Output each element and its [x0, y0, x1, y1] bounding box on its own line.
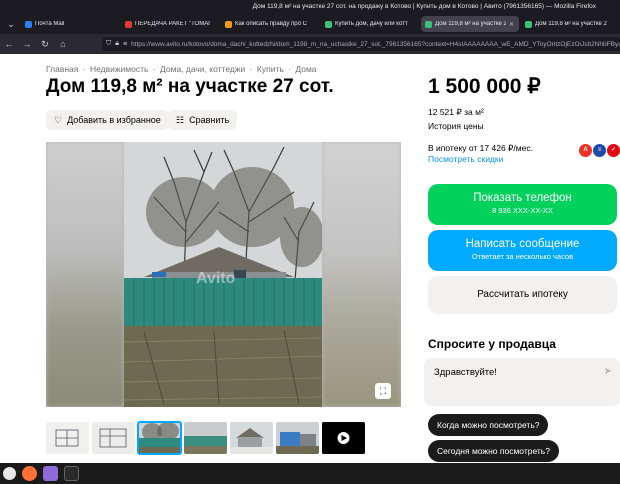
bank-logo-icon: ≡	[593, 144, 606, 157]
thumb-house-snow[interactable]	[230, 422, 273, 454]
favorites-label: Добавить в избранное	[67, 115, 161, 125]
permissions-icon[interactable]: ≡	[123, 41, 127, 48]
write-message-button[interactable]: Написать сообщение Ответает за несколько…	[428, 230, 617, 271]
files-icon[interactable]	[43, 466, 58, 481]
address-bar[interactable]: ⛉ 🔒︎ ≡ https://www.avito.ru/kotovo/doma_…	[102, 37, 620, 51]
youtube-favicon-icon	[125, 20, 132, 28]
tab-article[interactable]: Как описать правду про С	[221, 16, 319, 32]
heart-icon: ♡	[54, 114, 63, 125]
firefox-icon[interactable]	[22, 466, 37, 481]
thumb-plan-2[interactable]	[92, 422, 135, 454]
screen: Дом 119,8 м² на участке 27 сот. на прода…	[0, 0, 620, 484]
list-all-tabs-icon[interactable]: ⌄	[3, 16, 19, 32]
tab-label: Дом 119,8 м² на участке 2	[535, 21, 607, 27]
home-icon[interactable]: ⌂	[58, 39, 68, 49]
avito-favicon-icon	[425, 20, 432, 28]
forward-icon[interactable]: →	[22, 39, 32, 49]
message-input-text[interactable]: Здравствуйте!	[434, 367, 497, 378]
phone-number-masked: 8 936 XXX-XX-XX	[492, 206, 553, 215]
navigation-bar: ← → ↻ ⌂ ⛉ 🔒︎ ≡ https://www.avito.ru/koto…	[0, 34, 620, 54]
breadcrumb-home[interactable]: Главная	[46, 64, 78, 74]
breadcrumb-separator: ·	[288, 64, 291, 74]
tab-avito-listing[interactable]: Дом 119,8 м² на участке 2	[521, 16, 619, 32]
tab-label: Как описать правду про С	[235, 21, 307, 27]
tab-mail[interactable]: Почта Mail	[21, 16, 119, 32]
breadcrumb-houses[interactable]: Дома	[295, 64, 316, 74]
breadcrumb-separator: ·	[152, 64, 156, 74]
breadcrumb-buy[interactable]: Купить	[257, 64, 284, 74]
back-icon[interactable]: ←	[4, 39, 14, 49]
thumb-house-yard[interactable]	[184, 422, 227, 454]
price-value: 1 500 000 ₽	[428, 75, 541, 98]
os-taskbar	[0, 463, 620, 484]
mail-favicon-icon	[25, 20, 32, 28]
thumb-house-blue[interactable]	[276, 422, 319, 454]
breadcrumb: Главная · Недвижимость · Дома, дачи, кот…	[46, 64, 317, 74]
reload-icon[interactable]: ↻	[40, 39, 50, 50]
seller-message-input[interactable]: Здравствуйте! ➤	[424, 358, 620, 406]
tab-bar: ⌄ Почта Mail ПЕРЕДАЧА РАКЕТ "ТОМАГ Как о…	[0, 14, 620, 34]
tab-avito-listing-active[interactable]: Дом 119,8 м² на участке 2 ✕	[421, 16, 519, 32]
photo-gallery[interactable]: Avito ⛶	[46, 142, 401, 407]
thumb-plan-1[interactable]	[46, 422, 89, 454]
tab-label: Дом 119,8 м² на участке 2	[435, 21, 506, 27]
compare-button[interactable]: ☷ Сравнить	[168, 110, 238, 130]
shield-icon[interactable]: ⛉	[106, 40, 111, 48]
write-message-label: Написать сообщение	[465, 238, 580, 250]
tab-label: Купить дом, дачу или котт	[335, 21, 408, 27]
tab-label: Почта Mail	[35, 21, 65, 27]
tab-youtube[interactable]: ПЕРЕДАЧА РАКЕТ "ТОМАГ	[121, 16, 219, 32]
app-menu-icon[interactable]	[3, 467, 16, 480]
lock-icon[interactable]: 🔒︎	[115, 40, 119, 48]
calculate-mortgage-button[interactable]: Рассчитать ипотеку	[428, 276, 617, 314]
quick-question-chip[interactable]: Когда можно посмотреть?	[428, 414, 549, 436]
url-text[interactable]: https://www.avito.ru/kotovo/doma_dachi_k…	[131, 41, 620, 48]
thumbnail-strip	[46, 421, 365, 455]
breadcrumb-separator: ·	[249, 64, 253, 74]
gallery-blur-left	[46, 142, 124, 407]
tab-avito-search[interactable]: Купить дом, дачу или котт	[321, 16, 419, 32]
article-favicon-icon	[225, 20, 232, 28]
thumb-video[interactable]	[322, 422, 365, 454]
thumb-house-fence[interactable]	[137, 421, 182, 455]
web-page: Главная · Недвижимость · Дома, дачи, кот…	[0, 54, 620, 463]
mortgage-info: В ипотеку от 17 426 ₽/мес.	[428, 143, 533, 153]
terminal-icon[interactable]	[64, 466, 79, 481]
fullscreen-icon[interactable]: ⛶	[375, 383, 391, 399]
breadcrumb-separator: ·	[82, 64, 86, 74]
reply-time-note: Ответает за несколько часов	[471, 252, 574, 261]
compare-icon: ☷	[176, 114, 185, 125]
bank-logo-icon: ✓	[607, 144, 620, 157]
avito-favicon-icon	[325, 20, 332, 28]
ask-seller-heading: Спросите у продавца	[428, 337, 556, 351]
avito-watermark: Avito	[196, 270, 236, 287]
window-title: Дом 119,8 м² на участке 27 сот. на прода…	[0, 0, 620, 14]
price-per-m2: 12 521 ₽ за м²	[428, 107, 484, 117]
show-phone-button[interactable]: Показать телефон 8 936 XXX-XX-XX	[428, 184, 617, 225]
send-icon[interactable]: ➤	[604, 366, 612, 377]
show-phone-label: Показать телефон	[473, 192, 572, 204]
quick-question-chip[interactable]: Сегодня можно посмотреть?	[428, 440, 559, 462]
compare-label: Сравнить	[189, 115, 230, 125]
close-tab-icon[interactable]: ✕	[509, 21, 515, 28]
alfa-bank-icon: А	[579, 144, 592, 157]
price-history-link[interactable]: История цены	[428, 121, 484, 131]
breadcrumb-houses-category[interactable]: Дома, дачи, коттеджи	[160, 64, 245, 74]
add-to-favorites-button[interactable]: ♡ Добавить в избранное	[46, 110, 169, 130]
view-discounts-link[interactable]: Посмотреть скидки	[428, 154, 503, 164]
bank-logos: А ≡ ✓	[579, 144, 620, 157]
tab-label: ПЕРЕДАЧА РАКЕТ "ТОМАГ	[135, 21, 212, 27]
gallery-blur-right	[322, 142, 401, 407]
avito-favicon-icon	[525, 20, 532, 28]
page-title: Дом 119,8 м² на участке 27 сот.	[46, 76, 334, 97]
breadcrumb-realty[interactable]: Недвижимость	[90, 64, 148, 74]
